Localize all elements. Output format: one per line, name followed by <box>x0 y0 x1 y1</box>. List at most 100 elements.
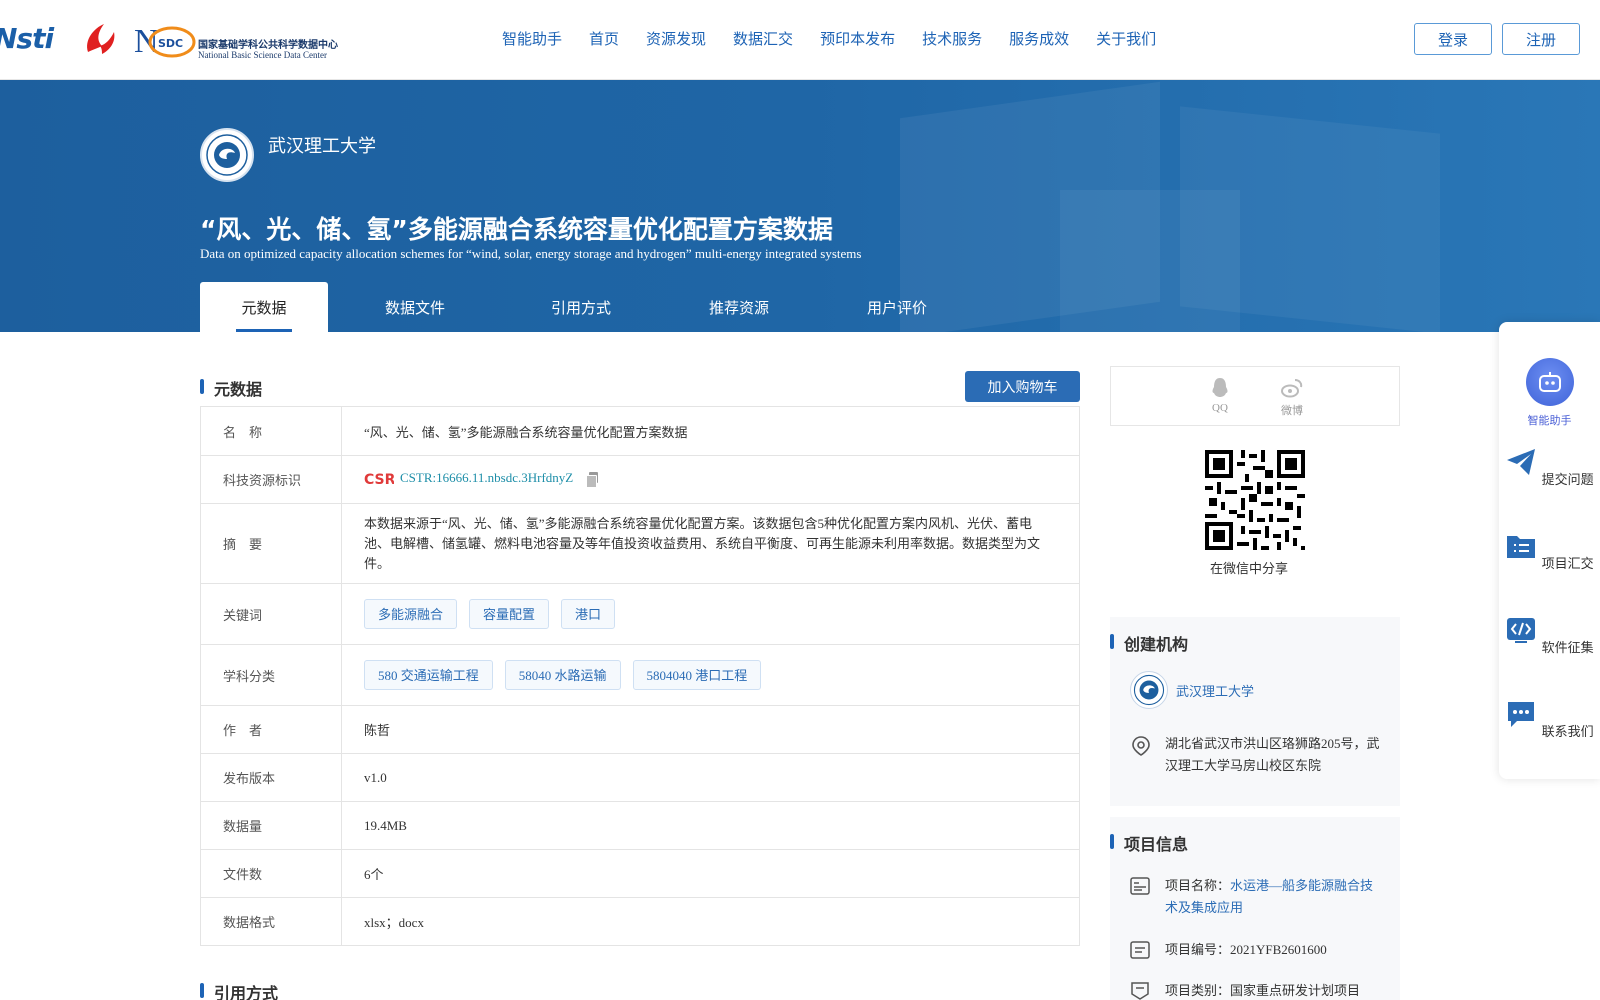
login-button[interactable]: 登录 <box>1414 23 1492 55</box>
university-logo[interactable] <box>200 128 254 182</box>
subject-tag[interactable]: 580 交通运输工程 <box>364 660 493 690</box>
subject-tag[interactable]: 58040 水路运输 <box>504 660 621 690</box>
citation-section-title: 引用方式 <box>200 980 278 1000</box>
location-pin-icon <box>1132 736 1150 756</box>
document-icon <box>1130 941 1150 959</box>
nav-submit-data[interactable]: 数据汇交 <box>733 28 793 49</box>
nav-outcomes[interactable]: 服务成效 <box>1009 28 1069 49</box>
nav-tech-service[interactable]: 技术服务 <box>922 28 982 49</box>
row-label: 作 者 <box>200 705 342 754</box>
row-label: 摘 要 <box>200 503 342 584</box>
project-info-title: 项目信息 <box>1110 831 1188 855</box>
keyword-tag[interactable]: 港口 <box>561 599 616 629</box>
nsdc-logo-en: National Basic Science Data Center <box>198 50 327 60</box>
bookmark-icon <box>1131 982 1149 1000</box>
float-project-submit[interactable]: 项目汇交 <box>1499 530 1600 572</box>
register-button[interactable]: 注册 <box>1502 23 1580 55</box>
university-emblem-icon <box>206 134 248 176</box>
project-name-label: 项目名称： <box>1165 878 1231 893</box>
tab-reviews[interactable]: 用户评价 <box>818 282 976 332</box>
nsdc-logo[interactable]: N SDC 国家基础学科公共科学数据中心 National Basic Scie… <box>134 20 354 60</box>
nav-discover[interactable]: 资源发现 <box>646 28 706 49</box>
row-label: 发布版本 <box>200 753 342 802</box>
dataset-subtitle: Data on optimized capacity allocation sc… <box>200 246 862 261</box>
qq-icon <box>1212 378 1228 397</box>
keyword-tag[interactable]: 多能源融合 <box>364 599 458 629</box>
float-contact-us[interactable]: 联系我们 <box>1499 698 1600 740</box>
nav-preprint[interactable]: 预印本发布 <box>820 28 895 49</box>
float-contact-us-label: 联系我们 <box>1541 725 1594 740</box>
svg-text:SDC: SDC <box>158 37 183 50</box>
table-row: 名 称 “风、光、储、氢”多能源融合系统容量优化配置方案数据 <box>200 406 1080 456</box>
nav-assistant[interactable]: 智能助手 <box>502 28 562 49</box>
institution-name[interactable]: 武汉理工大学 <box>268 132 376 158</box>
dataset-tabs: 元数据 数据文件 引用方式 推荐资源 用户评价 <box>200 282 976 332</box>
float-software-call[interactable]: 软件征集 <box>1499 614 1600 656</box>
row-label: 文件数 <box>200 849 342 898</box>
table-row: 摘 要 本数据来源于“风、光、储、氢”多能源融合系统容量优化配置方案。该数据包含… <box>200 503 1080 584</box>
creator-org-card: 创建机构 武汉理工大学 湖北省武汉市洪山区珞狮路205号，武汉理工大学马房山校区… <box>1110 617 1400 806</box>
tab-data-files[interactable]: 数据文件 <box>328 282 502 332</box>
table-row: 数据量 19.4MB <box>200 801 1080 850</box>
float-assistant[interactable]: 智能助手 <box>1499 358 1600 428</box>
nstl-logo-text: Nsti <box>0 22 54 55</box>
main-nav: 智能助手 首页 资源发现 数据汇交 预印本发布 技术服务 服务成效 关于我们 <box>502 28 1183 49</box>
row-value: “风、光、储、氢”多能源融合系统容量优化配置方案数据 <box>341 406 1080 456</box>
row-value: 19.4MB <box>341 801 1080 850</box>
weibo-icon <box>1281 379 1303 398</box>
share-weibo-label: 微博 <box>1281 405 1303 417</box>
nav-about[interactable]: 关于我们 <box>1096 28 1156 49</box>
tab-citation[interactable]: 引用方式 <box>502 282 660 332</box>
float-submit-question-label: 提交问题 <box>1541 473 1594 488</box>
float-software-call-label: 软件征集 <box>1541 641 1594 656</box>
nstl-logo[interactable]: Nsti <box>0 22 54 55</box>
share-weibo[interactable]: 微博 <box>1272 377 1312 418</box>
nsdc-mark-icon: N SDC <box>134 23 196 60</box>
table-row: 学科分类 580 交通运输工程 58040 水路运输 5804040 港口工程 <box>200 644 1080 706</box>
project-code-value: 2021YFB2601600 <box>1230 942 1327 957</box>
svg-text:N: N <box>134 23 159 60</box>
project-type-label: 项目类别： <box>1165 983 1231 998</box>
dataset-banner: 武汉理工大学 “风、光、储、氢”多能源融合系统容量优化配置方案数据 Data o… <box>0 80 1600 332</box>
float-submit-question[interactable]: 提交问题 <box>1499 446 1600 488</box>
org-name-link[interactable]: 武汉理工大学 <box>1176 681 1254 700</box>
nsdc-logo-cn: 国家基础学科公共科学数据中心 <box>198 40 338 51</box>
creator-org-title: 创建机构 <box>1110 631 1188 655</box>
org-logo[interactable] <box>1130 671 1168 709</box>
id-card-icon <box>1130 877 1150 895</box>
wechat-share-caption: 在微信中分享 <box>1210 562 1289 577</box>
tab-recommended[interactable]: 推荐资源 <box>660 282 818 332</box>
keyword-tag[interactable]: 容量配置 <box>469 599 550 629</box>
row-value: 陈哲 <box>341 705 1080 754</box>
wechat-qr-code <box>1205 450 1305 550</box>
metadata-table: 名 称 “风、光、储、氢”多能源融合系统容量优化配置方案数据 科技资源标识 CS… <box>200 406 1080 946</box>
table-row: 关键词 多能源融合 容量配置 港口 <box>200 583 1080 645</box>
share-qq-label: QQ <box>1212 402 1228 414</box>
red-emblem-logo[interactable] <box>80 22 120 58</box>
row-value: 6个 <box>341 849 1080 898</box>
folder-list-icon <box>1507 536 1536 558</box>
float-project-submit-label: 项目汇交 <box>1541 557 1594 572</box>
table-row: 文件数 6个 <box>200 849 1080 898</box>
row-label: 学科分类 <box>200 644 342 706</box>
metadata-section-title: 元数据 <box>200 376 262 400</box>
project-code-label: 项目编号： <box>1165 942 1231 957</box>
tab-metadata[interactable]: 元数据 <box>200 282 328 332</box>
row-label: 名 称 <box>200 406 342 456</box>
add-to-cart-button[interactable]: 加入购物车 <box>965 371 1080 402</box>
copy-icon[interactable] <box>586 471 599 488</box>
cstr-link[interactable]: CSR CSTR:16666.11.nbsdc.3HrfdnyZ <box>364 470 573 486</box>
share-qq[interactable]: QQ <box>1200 377 1240 414</box>
subject-tag[interactable]: 5804040 港口工程 <box>632 660 762 690</box>
dataset-title: “风、光、储、氢”多能源融合系统容量优化配置方案数据 <box>200 215 833 244</box>
svg-text:CSR: CSR <box>364 472 394 486</box>
share-box: QQ 微博 <box>1110 366 1400 426</box>
row-value: v1.0 <box>341 753 1080 802</box>
float-assistant-label: 智能助手 <box>1527 414 1572 427</box>
row-value: xlsx；docx <box>341 897 1080 946</box>
row-label: 科技资源标识 <box>200 455 342 504</box>
university-emblem-icon <box>1133 674 1165 706</box>
table-row: 科技资源标识 CSR CSTR:16666.11.nbsdc.3HrfdnyZ <box>200 455 1080 504</box>
org-address: 湖北省武汉市洪山区珞狮路205号，武汉理工大学马房山校区东院 <box>1165 736 1380 773</box>
nav-home[interactable]: 首页 <box>589 28 619 49</box>
